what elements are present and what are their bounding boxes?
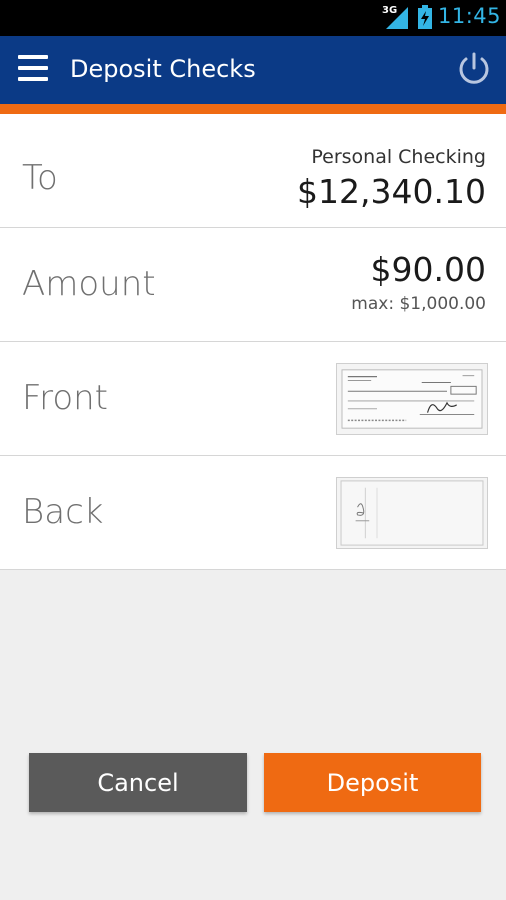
amount-max-note: max: $1,000.00 xyxy=(351,294,486,314)
back-label: Back xyxy=(22,492,104,532)
back-image-row[interactable]: Back xyxy=(0,456,506,570)
deposit-form: To Personal Checking $12,340.10 Amount $… xyxy=(0,114,506,570)
account-name: Personal Checking xyxy=(311,146,486,168)
clock: 11:45 xyxy=(438,4,502,28)
battery-charging-icon xyxy=(418,5,432,29)
to-account-row[interactable]: To Personal Checking $12,340.10 xyxy=(0,114,506,228)
app-bar-accent-stripe xyxy=(0,104,506,114)
amount-row[interactable]: Amount $90.00 max: $1,000.00 xyxy=(0,228,506,342)
amount-label: Amount xyxy=(22,264,156,304)
hamburger-menu-icon[interactable] xyxy=(18,55,48,83)
signal-strength-icon xyxy=(386,7,408,29)
amount-value: $90.00 xyxy=(370,250,486,289)
cancel-button[interactable]: Cancel xyxy=(29,753,247,812)
check-back-thumbnail[interactable] xyxy=(336,477,488,549)
deposit-button[interactable]: Deposit xyxy=(264,753,481,812)
account-balance: $12,340.10 xyxy=(297,172,486,211)
power-icon[interactable] xyxy=(455,50,493,88)
page-title: Deposit Checks xyxy=(70,55,256,83)
status-bar: 3G 11:45 xyxy=(0,0,506,36)
front-label: Front xyxy=(22,378,108,418)
check-front-thumbnail[interactable] xyxy=(336,363,488,435)
to-label: To xyxy=(22,158,58,198)
front-image-row[interactable]: Front xyxy=(0,342,506,456)
